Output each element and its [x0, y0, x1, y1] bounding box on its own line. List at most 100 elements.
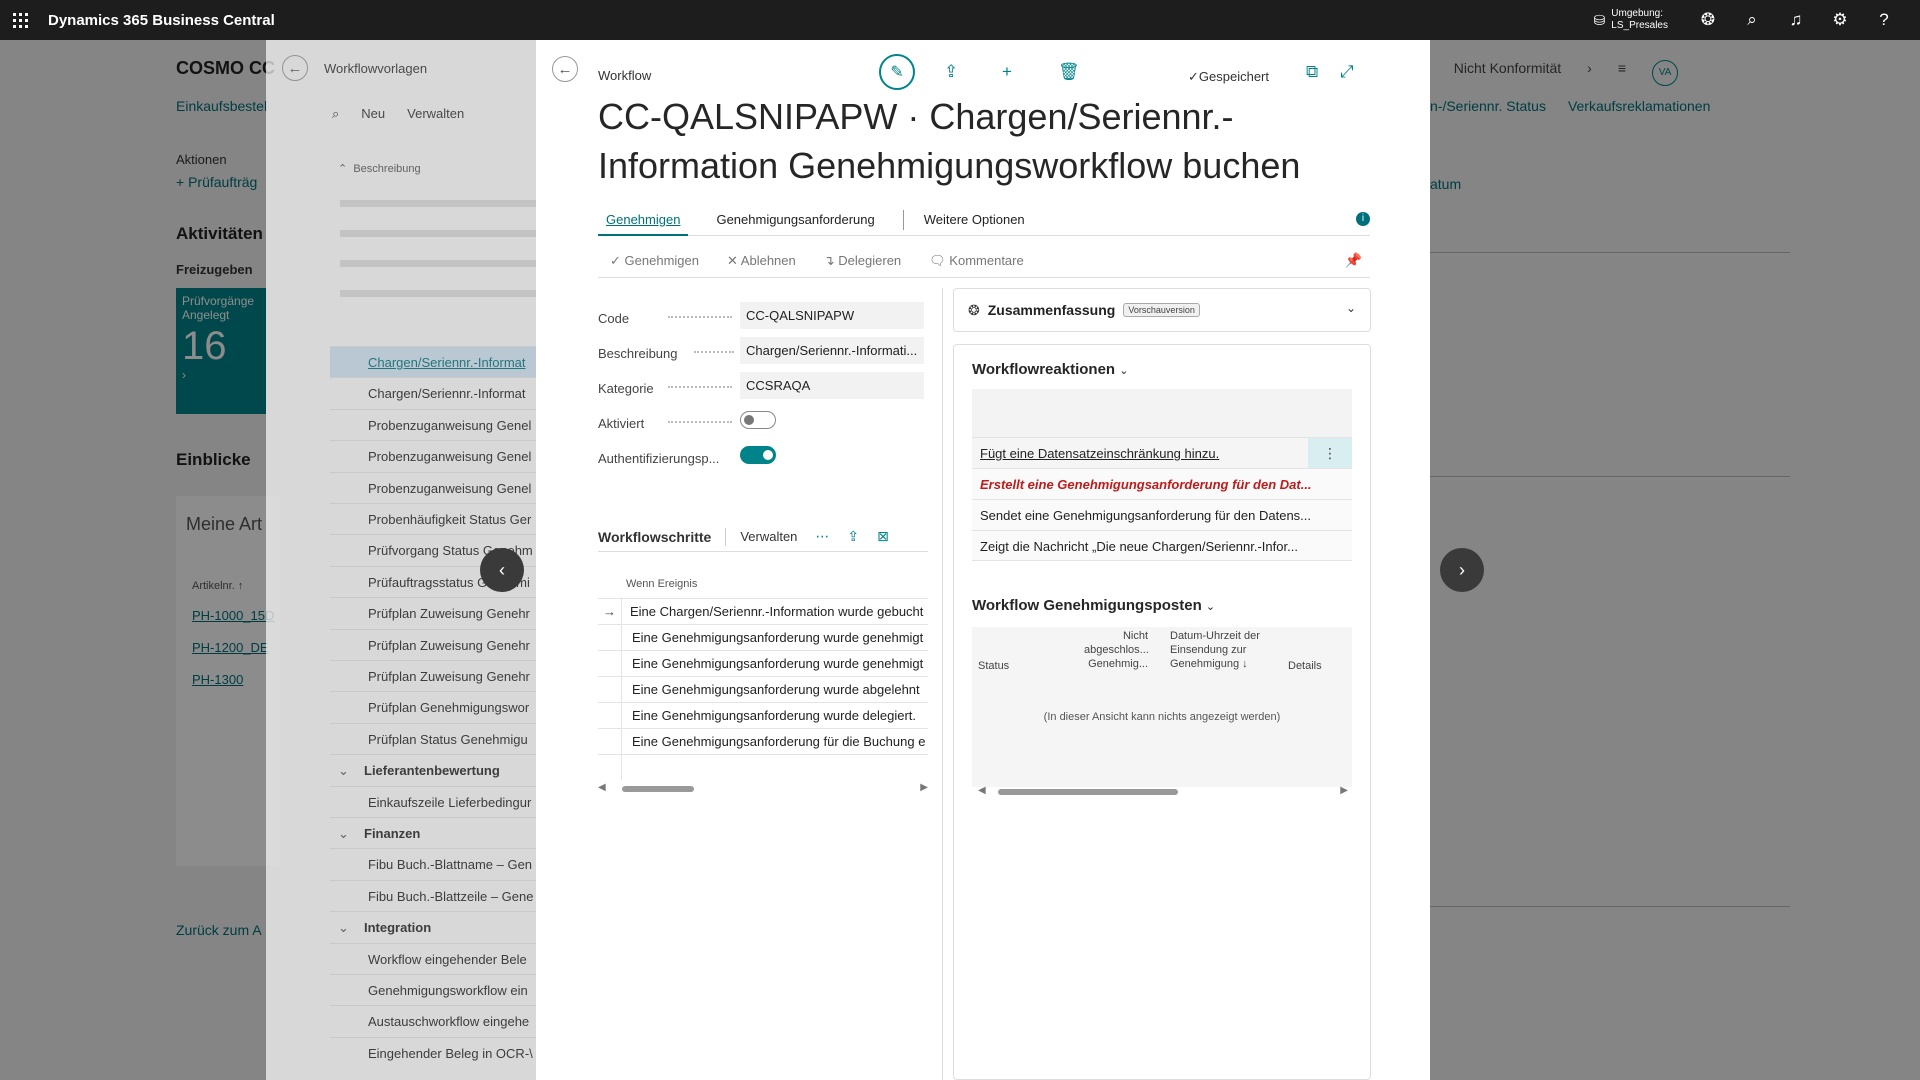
- app-name[interactable]: Dynamics 365 Business Central: [48, 12, 275, 29]
- list-item[interactable]: Prüfplan Zuweisung Genehr: [330, 628, 536, 660]
- environment-indicator[interactable]: ⛁ Umgebung: LS_Presales: [1594, 8, 1668, 32]
- list-item[interactable]: Zeigt die Nachricht „Die neue Chargen/Se…: [972, 530, 1352, 561]
- back-arrow-icon[interactable]: ←: [282, 55, 308, 81]
- reject-action[interactable]: ✕ Ablehnen: [727, 253, 796, 269]
- summary-card[interactable]: ❂ Zusammenfassung Vorschauversion ⌄: [953, 288, 1371, 332]
- approval-entries-title[interactable]: Workflow Genehmigungsposten ⌄: [972, 597, 1215, 614]
- row-selector[interactable]: [598, 729, 622, 754]
- list-item[interactable]: Workflow eingehender Bele: [330, 942, 536, 974]
- row-selector[interactable]: [598, 651, 622, 676]
- table-row[interactable]: Eine Genehmigungsanforderung wurde deleg…: [598, 702, 928, 728]
- pin-icon[interactable]: 📌: [1345, 252, 1362, 269]
- expand-icon[interactable]: ⤢: [1340, 62, 1354, 82]
- list-item[interactable]: Austauschworkflow eingehe: [330, 1005, 536, 1036]
- steps-horizontal-scrollbar[interactable]: ◀ ▶: [598, 782, 928, 794]
- more-options-icon[interactable]: ⋯: [815, 528, 829, 545]
- code-input[interactable]: CC-QALSNIPAPW: [740, 302, 924, 329]
- collapse-all-icon[interactable]: ⌃: [338, 163, 347, 175]
- details-column-header[interactable]: Details: [1288, 659, 1322, 673]
- new-button[interactable]: Neu: [361, 106, 385, 122]
- approve-action[interactable]: ✓ Genehmigen: [610, 253, 699, 269]
- submitted-datetime-column-header[interactable]: Datum-Uhrzeit der Einsendung zur Genehmi…: [1170, 629, 1266, 671]
- table-row-empty[interactable]: [598, 754, 928, 780]
- delete-trash-icon[interactable]: 🗑: [1058, 62, 1080, 82]
- when-event-column-header[interactable]: Wenn Ereignis: [626, 570, 928, 598]
- scroll-left-icon[interactable]: ◀: [598, 782, 606, 793]
- list-item[interactable]: Einkaufszeile Lieferbedingur: [330, 785, 536, 817]
- chevron-down-icon[interactable]: ⌄: [338, 818, 364, 848]
- list-item[interactable]: Eingehender Beleg in OCR-\: [330, 1036, 536, 1068]
- table-row[interactable]: Eine Genehmigungsanforderung wurde geneh…: [598, 650, 928, 676]
- row-selector[interactable]: [598, 625, 622, 650]
- current-row-arrow-icon[interactable]: →: [598, 599, 622, 624]
- row-selector[interactable]: [598, 677, 622, 702]
- app-launcher-icon[interactable]: [0, 0, 40, 40]
- list-item[interactable]: Probenhäufigkeit Status Ger: [330, 503, 536, 534]
- share-icon[interactable]: ⇪: [847, 528, 859, 545]
- previous-record-arrow-icon[interactable]: ‹: [480, 548, 524, 592]
- scroll-right-icon[interactable]: ▶: [920, 782, 928, 793]
- status-column-header[interactable]: Status: [978, 659, 1009, 673]
- enabled-toggle[interactable]: [740, 411, 776, 429]
- settings-gear-icon[interactable]: ⚙: [1818, 10, 1862, 30]
- row-selector[interactable]: [598, 703, 622, 728]
- authentication-toggle[interactable]: [740, 446, 776, 464]
- table-row[interactable]: → Eine Chargen/Seriennr.-Information wurd…: [598, 598, 928, 624]
- list-item[interactable]: Erstellt eine Genehmigungsanforderung fü…: [972, 468, 1352, 499]
- table-row[interactable]: Eine Genehmigungsanforderung wurde abgel…: [598, 676, 928, 702]
- scroll-right-icon[interactable]: ▶: [1340, 785, 1348, 796]
- row-selector[interactable]: [598, 755, 622, 780]
- tab-approve[interactable]: Genehmigen: [598, 210, 689, 236]
- manage-steps-button[interactable]: Verwalten: [740, 529, 797, 544]
- new-plus-icon[interactable]: +: [1002, 62, 1012, 82]
- list-item[interactable]: Fügt eine Datensatzeinschränkung hinzu. ⋮: [972, 437, 1352, 468]
- manage-button[interactable]: Verwalten: [407, 106, 464, 122]
- search-icon[interactable]: ⌕: [332, 106, 339, 122]
- help-icon[interactable]: ?: [1862, 10, 1906, 30]
- not-completed-column-header[interactable]: Nicht abgeschlos... Genehmig...: [1084, 629, 1149, 671]
- scroll-left-icon[interactable]: ◀: [978, 785, 986, 796]
- description-input[interactable]: Chargen/Seriennr.-Informati...: [740, 337, 924, 364]
- info-icon[interactable]: i: [1356, 212, 1370, 226]
- table-row[interactable]: Eine Genehmigungsanforderung wurde geneh…: [598, 624, 928, 650]
- tab-approval-request[interactable]: Genehmigungsanforderung: [708, 210, 882, 236]
- entries-horizontal-scrollbar[interactable]: ◀ ▶: [978, 785, 1348, 797]
- tab-more-options[interactable]: Weitere Optionen: [916, 210, 1033, 236]
- chevron-down-icon[interactable]: ⌄: [338, 912, 364, 942]
- delegate-action[interactable]: ↴ Delegieren: [824, 253, 901, 269]
- edit-pencil-icon[interactable]: ✎: [879, 54, 915, 90]
- category-input[interactable]: CCSRAQA: [740, 372, 924, 399]
- list-item[interactable]: Fibu Buch.-Blattname – Gen: [330, 848, 536, 879]
- list-item[interactable]: Fibu Buch.-Blattzeile – Gene: [330, 879, 536, 911]
- list-item[interactable]: Prüfplan Genehmigungswor: [330, 691, 536, 722]
- group-header[interactable]: ⌄ Integration: [330, 911, 536, 942]
- share-icon[interactable]: ⇪: [944, 62, 958, 82]
- list-item[interactable]: Genehmigungsworkflow ein: [330, 974, 536, 1005]
- reactions-title[interactable]: Workflowreaktionen ⌄: [972, 361, 1128, 378]
- list-item[interactable]: Probenzuganweisung Genel: [330, 471, 536, 503]
- list-item[interactable]: Prüfplan Status Genehmigu: [330, 722, 536, 754]
- table-row[interactable]: Eine Genehmigungsanforderung für die Buc…: [598, 728, 928, 754]
- scroll-thumb[interactable]: [622, 786, 694, 792]
- list-item[interactable]: Prüfplan Zuweisung Genehr: [330, 660, 536, 691]
- search-icon[interactable]: ⌕: [1730, 10, 1774, 30]
- scroll-thumb[interactable]: [998, 789, 1178, 795]
- copilot-icon[interactable]: ❂: [1686, 10, 1730, 30]
- chevron-down-icon[interactable]: ⌄: [1346, 301, 1356, 315]
- next-record-arrow-icon[interactable]: ›: [1440, 548, 1484, 592]
- comments-action[interactable]: 🗨 Kommentare: [929, 253, 1024, 269]
- list-item[interactable]: Prüfplan Zuweisung Genehr: [330, 597, 536, 628]
- open-new-window-icon[interactable]: ⧉: [1306, 62, 1318, 82]
- open-in-excel-icon[interactable]: ⊠: [877, 528, 889, 545]
- chevron-down-icon[interactable]: ⌄: [338, 755, 364, 785]
- group-header[interactable]: ⌄ Lieferantenbewertung: [330, 754, 536, 785]
- description-column-header[interactable]: ⌃ Beschreibung: [338, 162, 421, 175]
- list-item[interactable]: Sendet eine Genehmigungsanforderung für …: [972, 499, 1352, 530]
- list-item[interactable]: Chargen/Seriennr.-Informat: [330, 346, 536, 377]
- list-item[interactable]: Chargen/Seriennr.-Informat: [330, 377, 536, 408]
- back-arrow-icon[interactable]: ←: [552, 56, 578, 82]
- list-item[interactable]: Probenzuganweisung Genel: [330, 440, 536, 471]
- list-item[interactable]: Probenzuganweisung Genel: [330, 408, 536, 440]
- group-header[interactable]: ⌄ Finanzen: [330, 817, 536, 848]
- row-actions-kebab-icon[interactable]: ⋮: [1308, 438, 1352, 468]
